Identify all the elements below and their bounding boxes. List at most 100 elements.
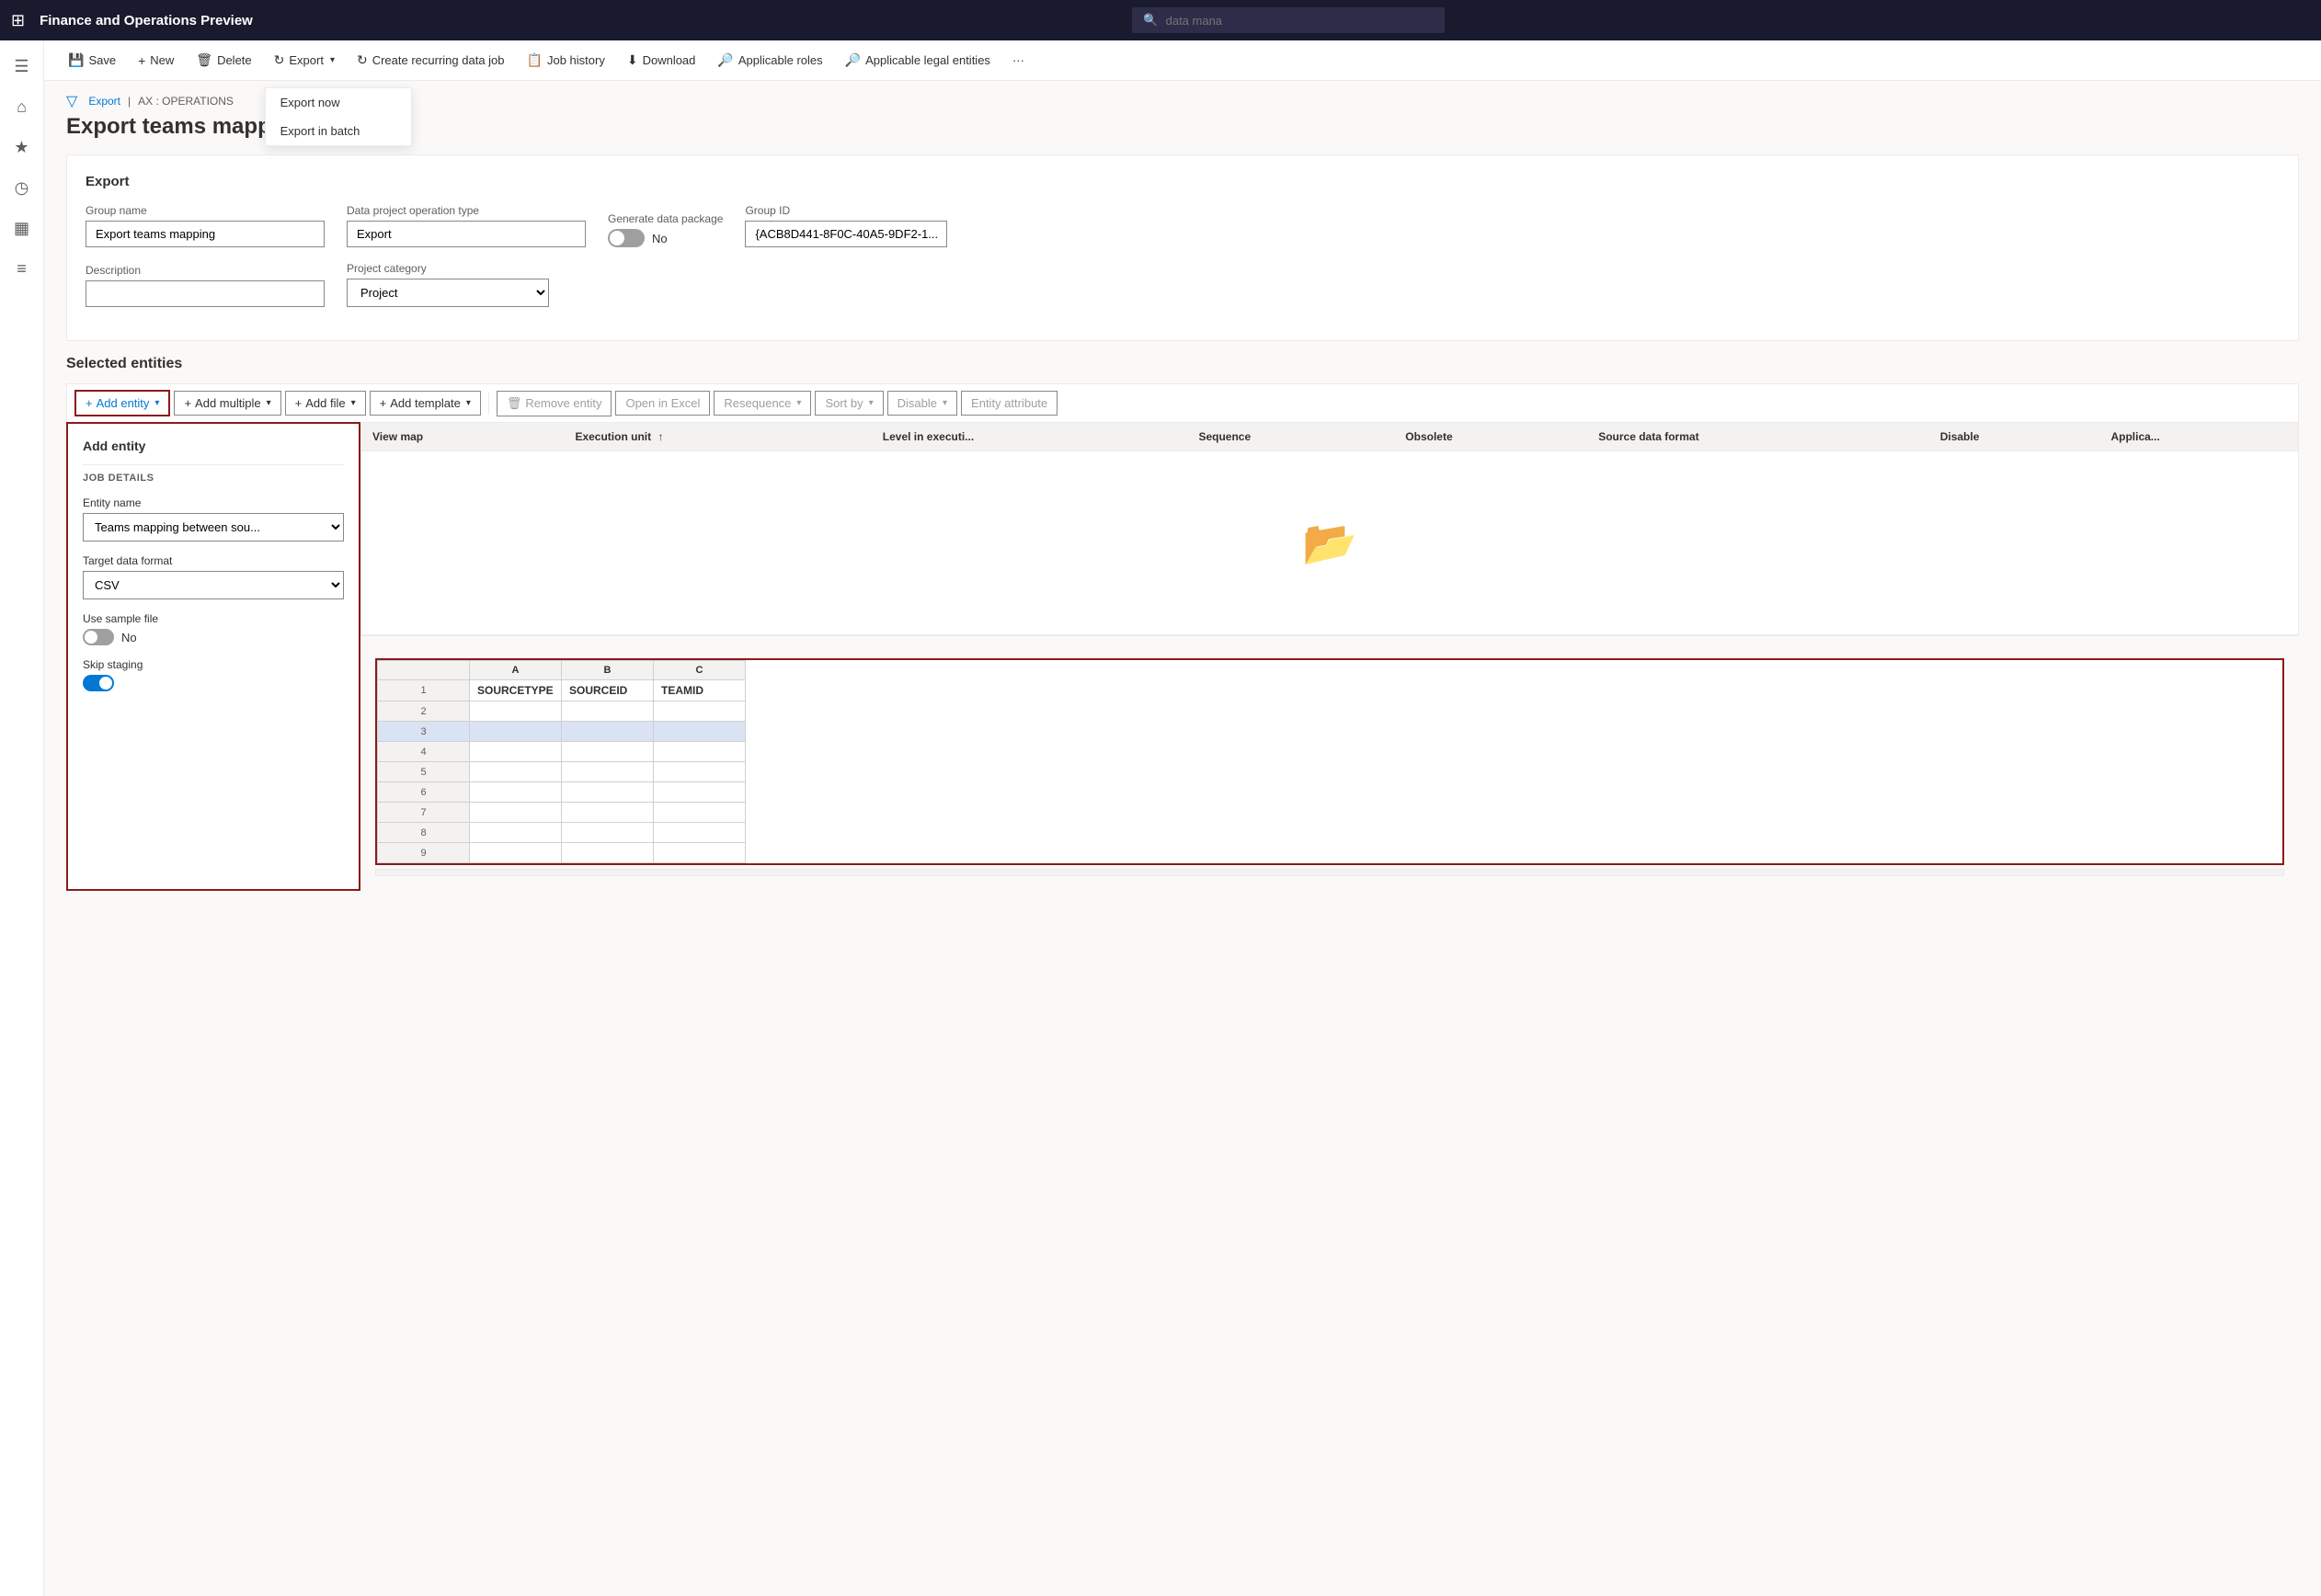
more-icon: ··· <box>1012 53 1024 67</box>
breadcrumb-export-link[interactable]: Export <box>88 95 120 108</box>
excel-cell[interactable] <box>470 823 562 843</box>
excel-cell[interactable] <box>562 722 654 742</box>
excel-col-b: B <box>562 661 654 680</box>
applicable-roles-button[interactable]: 🔎 Applicable roles <box>708 47 831 74</box>
main-layout: ☰ ⌂ ★ ◷ ▦ ≡ 💾 Save + New 🗑 Delete <box>0 40 2321 1596</box>
entity-attribute-button[interactable]: Entity attribute <box>961 391 1058 416</box>
save-button[interactable]: 💾 Save <box>59 47 125 74</box>
excel-cell[interactable] <box>562 803 654 823</box>
sidebar-icon-home[interactable]: ⌂ <box>4 88 40 125</box>
filter-icon[interactable]: ▽ <box>66 92 77 110</box>
col-execution-unit: Execution unit ↑ <box>564 423 871 451</box>
project-category-label: Project category <box>347 262 549 275</box>
global-search[interactable]: 🔍 <box>1132 7 1445 33</box>
sort-by-button[interactable]: Sort by ▾ <box>815 391 883 416</box>
excel-cell[interactable] <box>470 701 562 722</box>
export-now-item[interactable]: Export now <box>266 88 411 117</box>
sidebar-icon-menu[interactable]: ☰ <box>4 48 40 85</box>
excel-cell[interactable]: SOURCEID <box>562 680 654 701</box>
sidebar: ☰ ⌂ ★ ◷ ▦ ≡ <box>0 40 44 1596</box>
horizontal-scrollbar[interactable] <box>375 869 2284 876</box>
excel-cell[interactable] <box>470 722 562 742</box>
description-input[interactable] <box>86 280 325 307</box>
generate-package-toggle[interactable] <box>608 229 645 247</box>
excel-cell[interactable] <box>470 803 562 823</box>
excel-cell[interactable] <box>654 722 746 742</box>
target-format-label: Target data format <box>83 554 344 567</box>
skip-staging-label: Skip staging <box>83 658 344 671</box>
excel-cell[interactable] <box>654 742 746 762</box>
add-multiple-button[interactable]: + Add multiple ▾ <box>174 391 280 416</box>
resequence-button[interactable]: Resequence ▾ <box>714 391 811 416</box>
excel-row: 7 <box>378 803 746 823</box>
group-name-input[interactable] <box>86 221 325 247</box>
disable-button[interactable]: Disable ▾ <box>887 391 957 416</box>
app-grid-icon[interactable]: ⊞ <box>11 11 25 30</box>
more-button[interactable]: ··· <box>1003 48 1034 73</box>
excel-cell[interactable] <box>654 762 746 782</box>
applicable-legal-entities-button[interactable]: 🔎 Applicable legal entities <box>836 47 1000 74</box>
generate-package-field: Generate data package No <box>608 212 723 247</box>
group-name-label: Group name <box>86 204 325 217</box>
excel-cell[interactable]: SOURCETYPE <box>470 680 562 701</box>
excel-corner <box>378 661 470 680</box>
add-entity-plus-icon: + <box>86 396 93 410</box>
excel-cell[interactable] <box>654 803 746 823</box>
target-format-select[interactable]: CSV Excel XML JSON <box>83 571 344 599</box>
excel-cell[interactable] <box>562 843 654 863</box>
job-history-button[interactable]: 📋 Job history <box>518 47 614 74</box>
remove-entity-icon: 🗑 <box>507 396 522 411</box>
excel-cell[interactable] <box>470 762 562 782</box>
col-applicable: Applica... <box>2099 423 2298 451</box>
legal-entities-icon: 🔎 <box>845 52 861 68</box>
add-template-button[interactable]: + Add template ▾ <box>370 391 481 416</box>
excel-cell[interactable] <box>654 782 746 803</box>
description-field: Description <box>86 264 325 307</box>
resequence-chevron-icon: ▾ <box>796 398 801 408</box>
excel-col-a: A <box>470 661 562 680</box>
excel-cell[interactable] <box>562 823 654 843</box>
export-icon: ↻ <box>274 52 285 68</box>
sidebar-icon-favorites[interactable]: ★ <box>4 129 40 165</box>
breadcrumb-separator: | <box>128 95 131 108</box>
sidebar-icon-recent[interactable]: ◷ <box>4 169 40 206</box>
excel-cell[interactable] <box>562 762 654 782</box>
new-button[interactable]: + New <box>129 48 183 74</box>
sidebar-icon-modules[interactable]: ≡ <box>4 250 40 287</box>
remove-entity-button[interactable]: 🗑 Remove entity <box>497 391 612 416</box>
excel-cell[interactable]: TEAMID <box>654 680 746 701</box>
add-entity-button[interactable]: + Add entity ▾ <box>74 390 170 416</box>
skip-staging-toggle[interactable] <box>83 675 114 691</box>
project-category-select[interactable]: Project Baseline Test <box>347 279 549 307</box>
excel-cell[interactable] <box>654 701 746 722</box>
open-in-excel-button[interactable]: Open in Excel <box>615 391 710 416</box>
entity-name-label: Entity name <box>83 496 344 509</box>
download-icon: ⬇ <box>627 52 638 68</box>
excel-row: 8 <box>378 823 746 843</box>
download-button[interactable]: ⬇ Download <box>618 47 705 74</box>
use-sample-toggle[interactable] <box>83 629 114 645</box>
excel-cell[interactable] <box>470 742 562 762</box>
group-id-input[interactable] <box>745 221 947 247</box>
col-view-map: View map <box>361 423 564 451</box>
excel-cell[interactable] <box>470 843 562 863</box>
search-input[interactable] <box>1166 14 1350 28</box>
excel-grid: A B C 1SOURCETYPESOURCEIDTEAMID23456789 <box>377 660 746 863</box>
excel-row: 4 <box>378 742 746 762</box>
entity-name-select[interactable]: Teams mapping between sou... <box>83 513 344 542</box>
sidebar-icon-workspaces[interactable]: ▦ <box>4 210 40 246</box>
excel-cell[interactable] <box>654 823 746 843</box>
data-project-input[interactable] <box>347 221 586 247</box>
group-id-field: Group ID <box>745 204 947 247</box>
excel-cell[interactable] <box>654 843 746 863</box>
create-recurring-button[interactable]: ↻ Create recurring data job <box>348 47 514 74</box>
excel-cell[interactable] <box>470 782 562 803</box>
group-id-label: Group ID <box>745 204 947 217</box>
delete-button[interactable]: 🗑 Delete <box>187 47 260 74</box>
excel-cell[interactable] <box>562 782 654 803</box>
excel-cell[interactable] <box>562 701 654 722</box>
add-file-button[interactable]: + Add file ▾ <box>285 391 366 416</box>
export-in-batch-item[interactable]: Export in batch <box>266 117 411 145</box>
excel-cell[interactable] <box>562 742 654 762</box>
export-button[interactable]: ↻ Export ▾ <box>265 47 344 74</box>
